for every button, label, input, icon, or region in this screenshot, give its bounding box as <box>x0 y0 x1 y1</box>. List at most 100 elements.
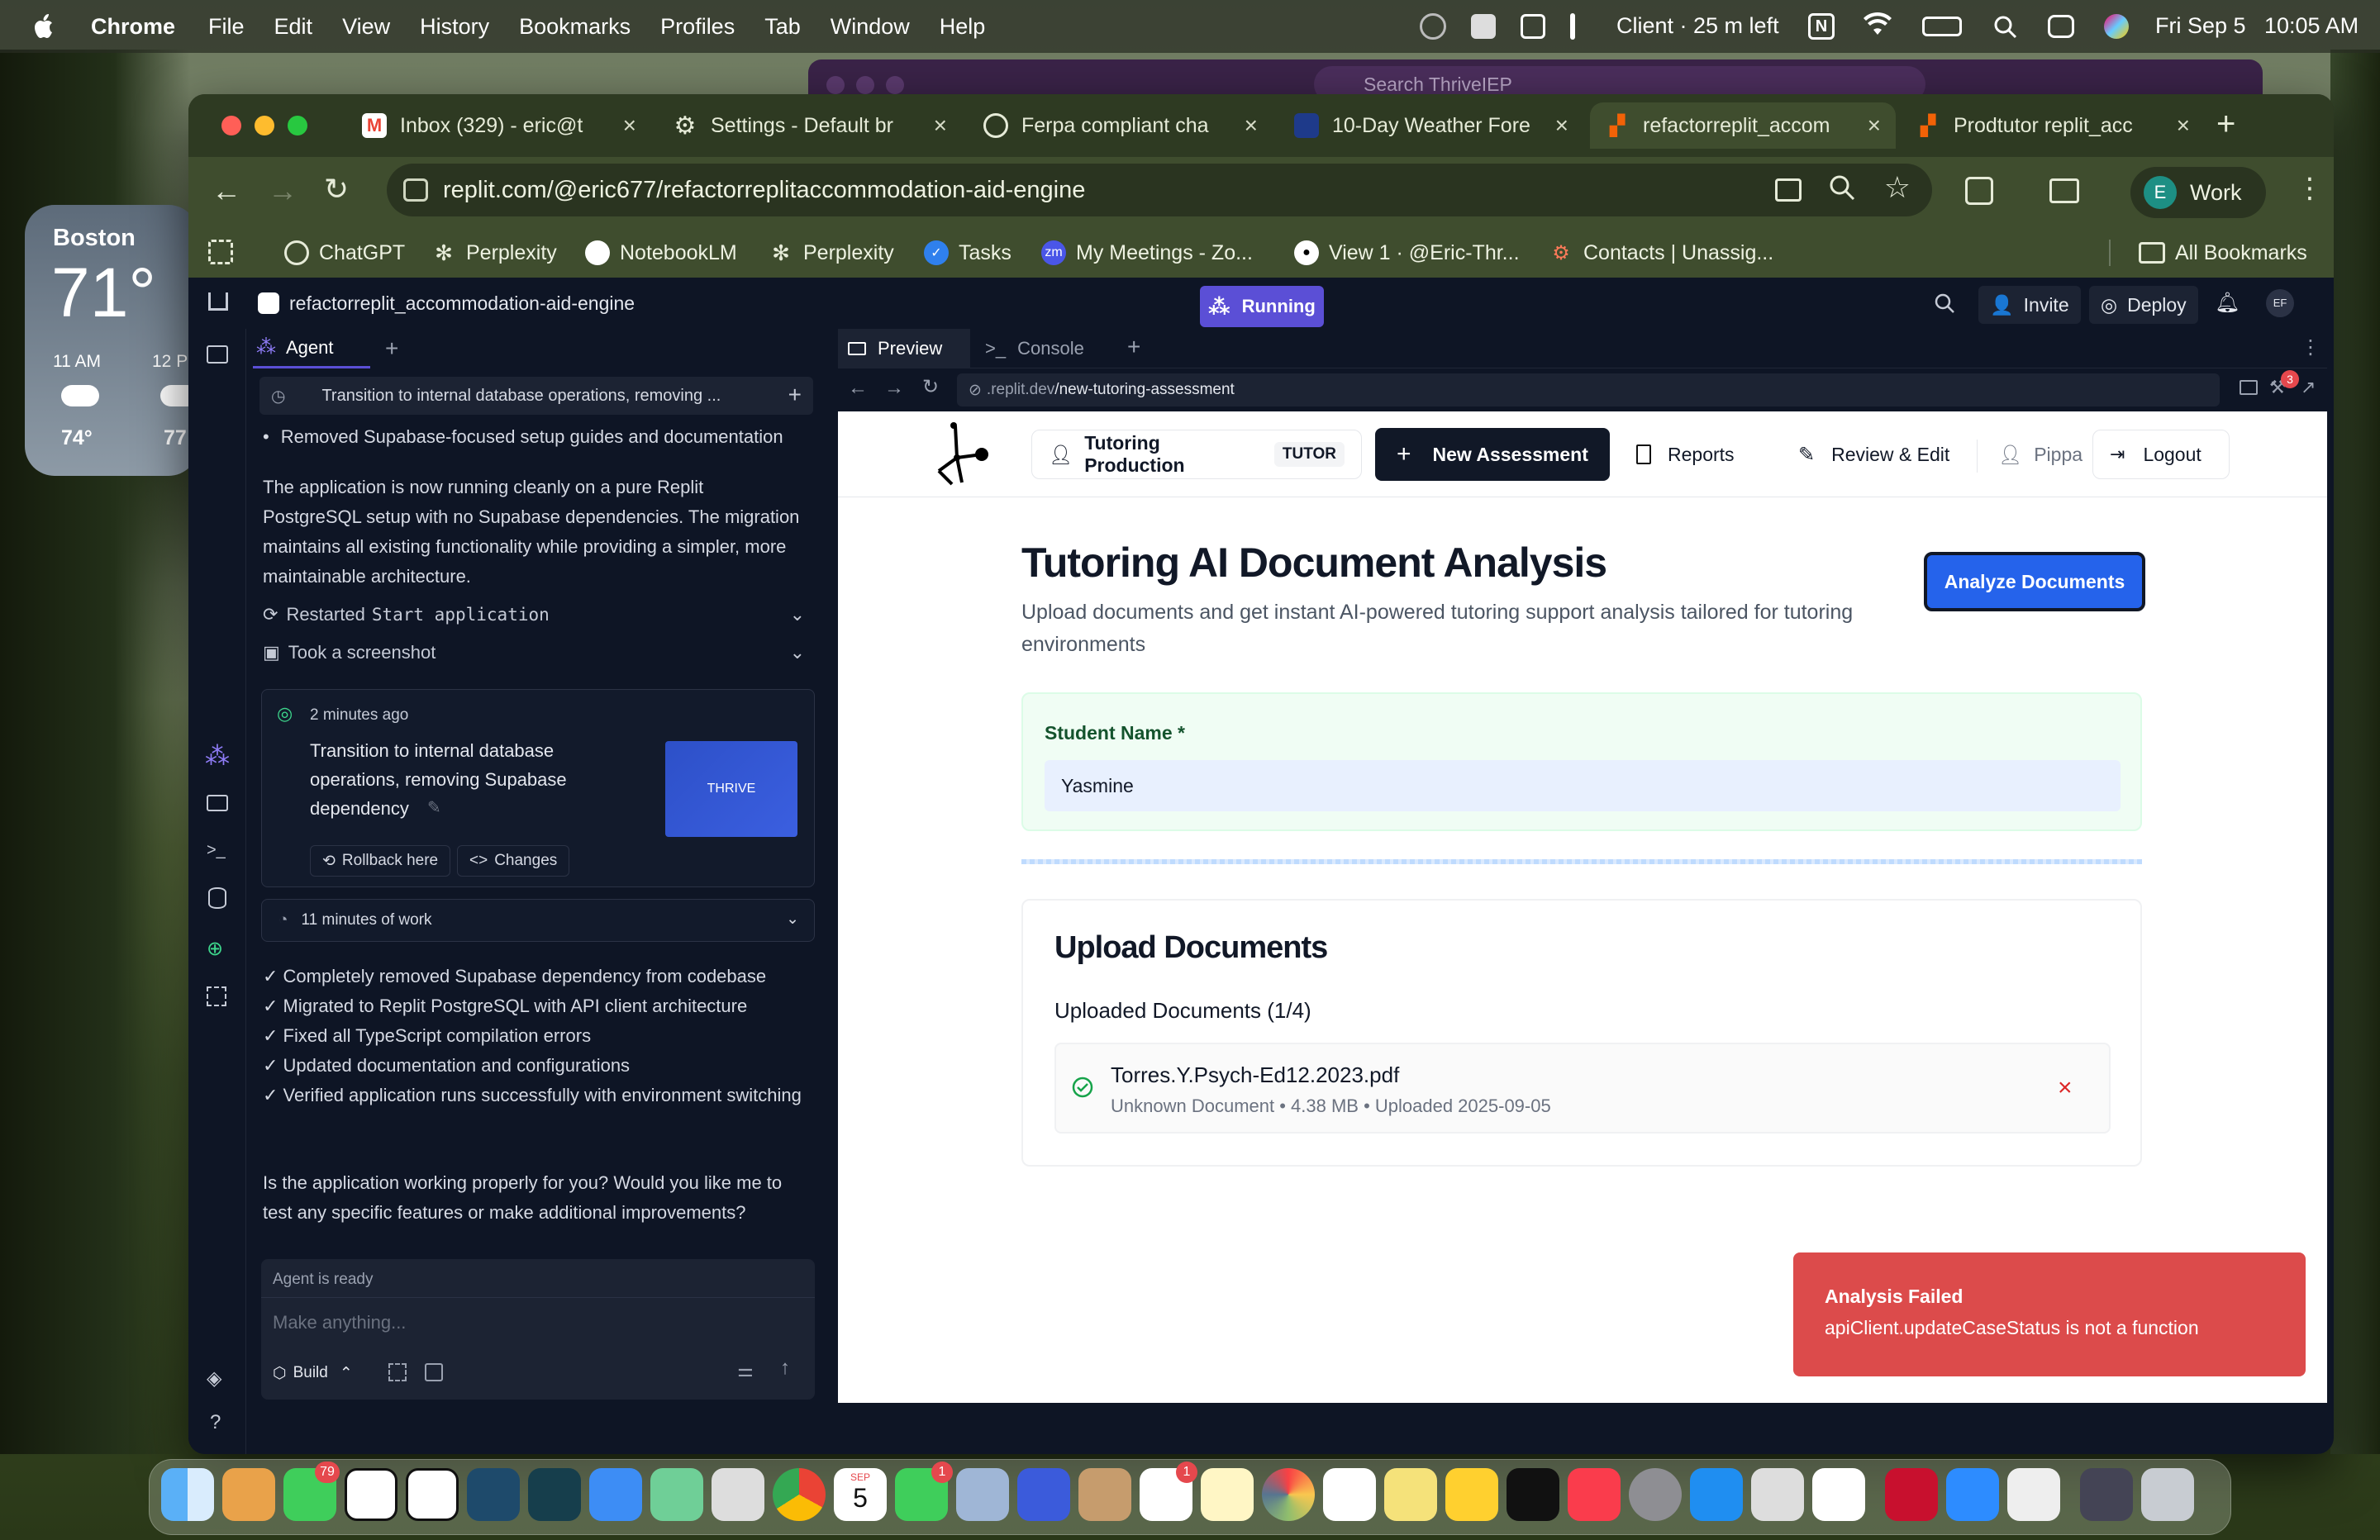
profile-button[interactable]: E Work <box>2130 167 2266 218</box>
build-mode-button[interactable]: ⬡ Build ⌃ <box>273 1358 353 1388</box>
student-name-input[interactable]: Yasmine <box>1045 760 2121 811</box>
preview-back-icon[interactable]: ← <box>848 377 868 400</box>
action-screenshot[interactable]: ▣ Took a screenshot ⌄ <box>263 636 812 669</box>
all-tools-icon[interactable] <box>207 986 226 1006</box>
preview-url-input[interactable]: ⊘ .replit.dev /new-tutoring-assessment <box>957 373 2220 406</box>
iphone-mirroring-icon[interactable] <box>1751 1468 1804 1521</box>
pane-menu-icon[interactable]: ⋮ <box>2301 335 2320 359</box>
menu-date[interactable]: Fri Sep 5 <box>2155 13 2246 39</box>
bookmark-notebooklm[interactable]: NotebookLM <box>585 238 737 268</box>
home-icon[interactable] <box>208 292 228 311</box>
add-pane-icon[interactable]: + <box>1127 334 1140 360</box>
settings-sliders-icon[interactable]: ⚌ <box>737 1360 754 1381</box>
menu-window[interactable]: Window <box>831 14 910 40</box>
zoom-dock-icon[interactable] <box>1946 1468 1999 1521</box>
otter-icon[interactable] <box>1017 1468 1070 1521</box>
apple-tv-icon[interactable] <box>1507 1468 1559 1521</box>
remove-file-icon[interactable]: × <box>2058 1074 2073 1102</box>
reload-icon[interactable]: ↻ <box>324 172 349 207</box>
new-thread-icon[interactable]: + <box>788 382 802 408</box>
secrets-icon[interactable]: ⊕ <box>207 937 223 961</box>
user-avatar[interactable]: EF <box>2266 289 2294 317</box>
extensions-icon[interactable] <box>1965 177 1993 205</box>
all-bookmarks[interactable]: All Bookmarks <box>2139 238 2307 268</box>
close-icon[interactable]: × <box>2177 112 2190 139</box>
back-icon[interactable]: ← <box>212 173 241 208</box>
help-icon[interactable]: ? <box>210 1411 221 1434</box>
tab-ferpa[interactable]: Ferpa compliant cha × <box>969 102 1273 149</box>
agent-tab[interactable]: ⁂ Agent <box>253 329 370 368</box>
mail-icon[interactable] <box>589 1468 642 1521</box>
site-info-icon[interactable] <box>403 178 428 202</box>
preview-app-icon[interactable] <box>956 1468 1009 1521</box>
running-badge[interactable]: ⁂ Running <box>1200 286 1324 327</box>
minimize-window-button[interactable] <box>255 116 274 135</box>
launchpad-icon[interactable] <box>222 1468 275 1521</box>
analyze-documents-button[interactable]: Analyze Documents <box>1924 552 2145 611</box>
chrome-menu-icon[interactable]: ⋮ <box>2296 172 2324 205</box>
new-assessment-button[interactable]: + New Assessment <box>1375 428 1610 481</box>
changes-button[interactable]: <> Changes <box>457 845 570 877</box>
menu-bookmarks[interactable]: Bookmarks <box>519 14 631 40</box>
trash-icon[interactable] <box>2141 1468 2194 1521</box>
tab-gmail[interactable]: M Inbox (329) - eric@t × <box>347 102 651 149</box>
agent-rail-icon[interactable]: ⁂ <box>205 742 230 771</box>
tab-replit-active[interactable]: ▞ refactorreplit_accom × <box>1590 102 1896 149</box>
theme-icon[interactable]: ◈ <box>207 1367 221 1390</box>
chatgpt-dock-icon[interactable] <box>1323 1468 1376 1521</box>
numbers-icon[interactable] <box>406 1468 459 1521</box>
deploy-button[interactable]: ◎ Deploy <box>2089 286 2198 324</box>
close-window-button[interactable] <box>221 116 241 135</box>
maps-icon[interactable] <box>650 1468 703 1521</box>
database-icon[interactable] <box>208 887 226 909</box>
app-store-icon[interactable] <box>1690 1468 1743 1521</box>
script-editor-icon[interactable] <box>712 1468 764 1521</box>
bowtie-icon[interactable] <box>1471 14 1496 39</box>
invite-button[interactable]: 👤 Invite <box>1978 286 2081 324</box>
error-toast[interactable]: Analysis Failed apiClient.updateCaseStat… <box>1793 1252 2306 1376</box>
textedit-icon[interactable] <box>2007 1468 2060 1521</box>
image-upload-icon[interactable] <box>425 1363 443 1381</box>
music-icon[interactable] <box>1568 1468 1621 1521</box>
menu-edit[interactable]: Edit <box>274 14 313 40</box>
siri-icon[interactable] <box>2104 14 2129 39</box>
install-icon[interactable] <box>1775 178 1802 202</box>
stickies-icon[interactable] <box>1384 1468 1437 1521</box>
miro-icon[interactable] <box>1445 1468 1498 1521</box>
tab-prodtutor[interactable]: ▞ Prodtutor replit_acc × <box>1901 102 2205 149</box>
tab-settings[interactable]: ⚙ Settings - Default br × <box>658 102 962 149</box>
search-icon[interactable] <box>1934 292 1955 314</box>
preview-reload-icon[interactable]: ↻ <box>922 375 939 399</box>
bookmark-perplexity-1[interactable]: ✻ Perplexity <box>431 238 557 268</box>
thread-header[interactable]: ◷ Transition to internal database operat… <box>259 377 813 415</box>
photos-icon[interactable] <box>1262 1468 1315 1521</box>
project-name[interactable]: refactorreplit_accommodation-aid-engine <box>289 292 635 315</box>
nav-review-edit[interactable]: ✎ Review & Edit <box>1798 430 1949 479</box>
preview-rail-icon[interactable] <box>207 795 228 811</box>
bookmark-chatgpt[interactable]: ChatGPT <box>284 238 405 268</box>
close-icon[interactable]: × <box>1245 112 1258 139</box>
preview-forward-icon[interactable]: → <box>884 377 904 400</box>
files-icon[interactable] <box>207 345 228 364</box>
menu-time[interactable]: 10:05 AM <box>2264 13 2359 39</box>
menu-help[interactable]: Help <box>940 14 986 40</box>
bookmark-perplexity-2[interactable]: ✻ Perplexity <box>769 238 894 268</box>
send-icon[interactable]: ↑ <box>780 1357 790 1380</box>
apple-icon[interactable] <box>33 13 56 40</box>
close-icon[interactable]: × <box>623 112 636 139</box>
acrobat-icon[interactable] <box>1885 1468 1938 1521</box>
menu-view[interactable]: View <box>342 14 390 40</box>
devices-icon[interactable] <box>2240 380 2258 395</box>
control-center-icon[interactable] <box>2048 15 2074 38</box>
logout-button[interactable]: ⇥ Logout <box>2092 430 2230 479</box>
downloads-stack-icon[interactable] <box>2080 1468 2133 1521</box>
bell-icon[interactable]: 🔔︎ <box>2215 291 2240 315</box>
add-tab-icon[interactable]: + <box>385 335 398 362</box>
notion-icon[interactable] <box>345 1468 397 1521</box>
menu-tab[interactable]: Tab <box>764 14 801 40</box>
list-icon[interactable] <box>1521 14 1545 39</box>
menu-file[interactable]: File <box>208 14 245 40</box>
select-element-icon[interactable] <box>388 1363 407 1381</box>
weather-widget[interactable]: Boston 71° 11 AM 74° 12 P 77 <box>25 205 198 476</box>
maximize-window-button[interactable] <box>288 116 307 135</box>
